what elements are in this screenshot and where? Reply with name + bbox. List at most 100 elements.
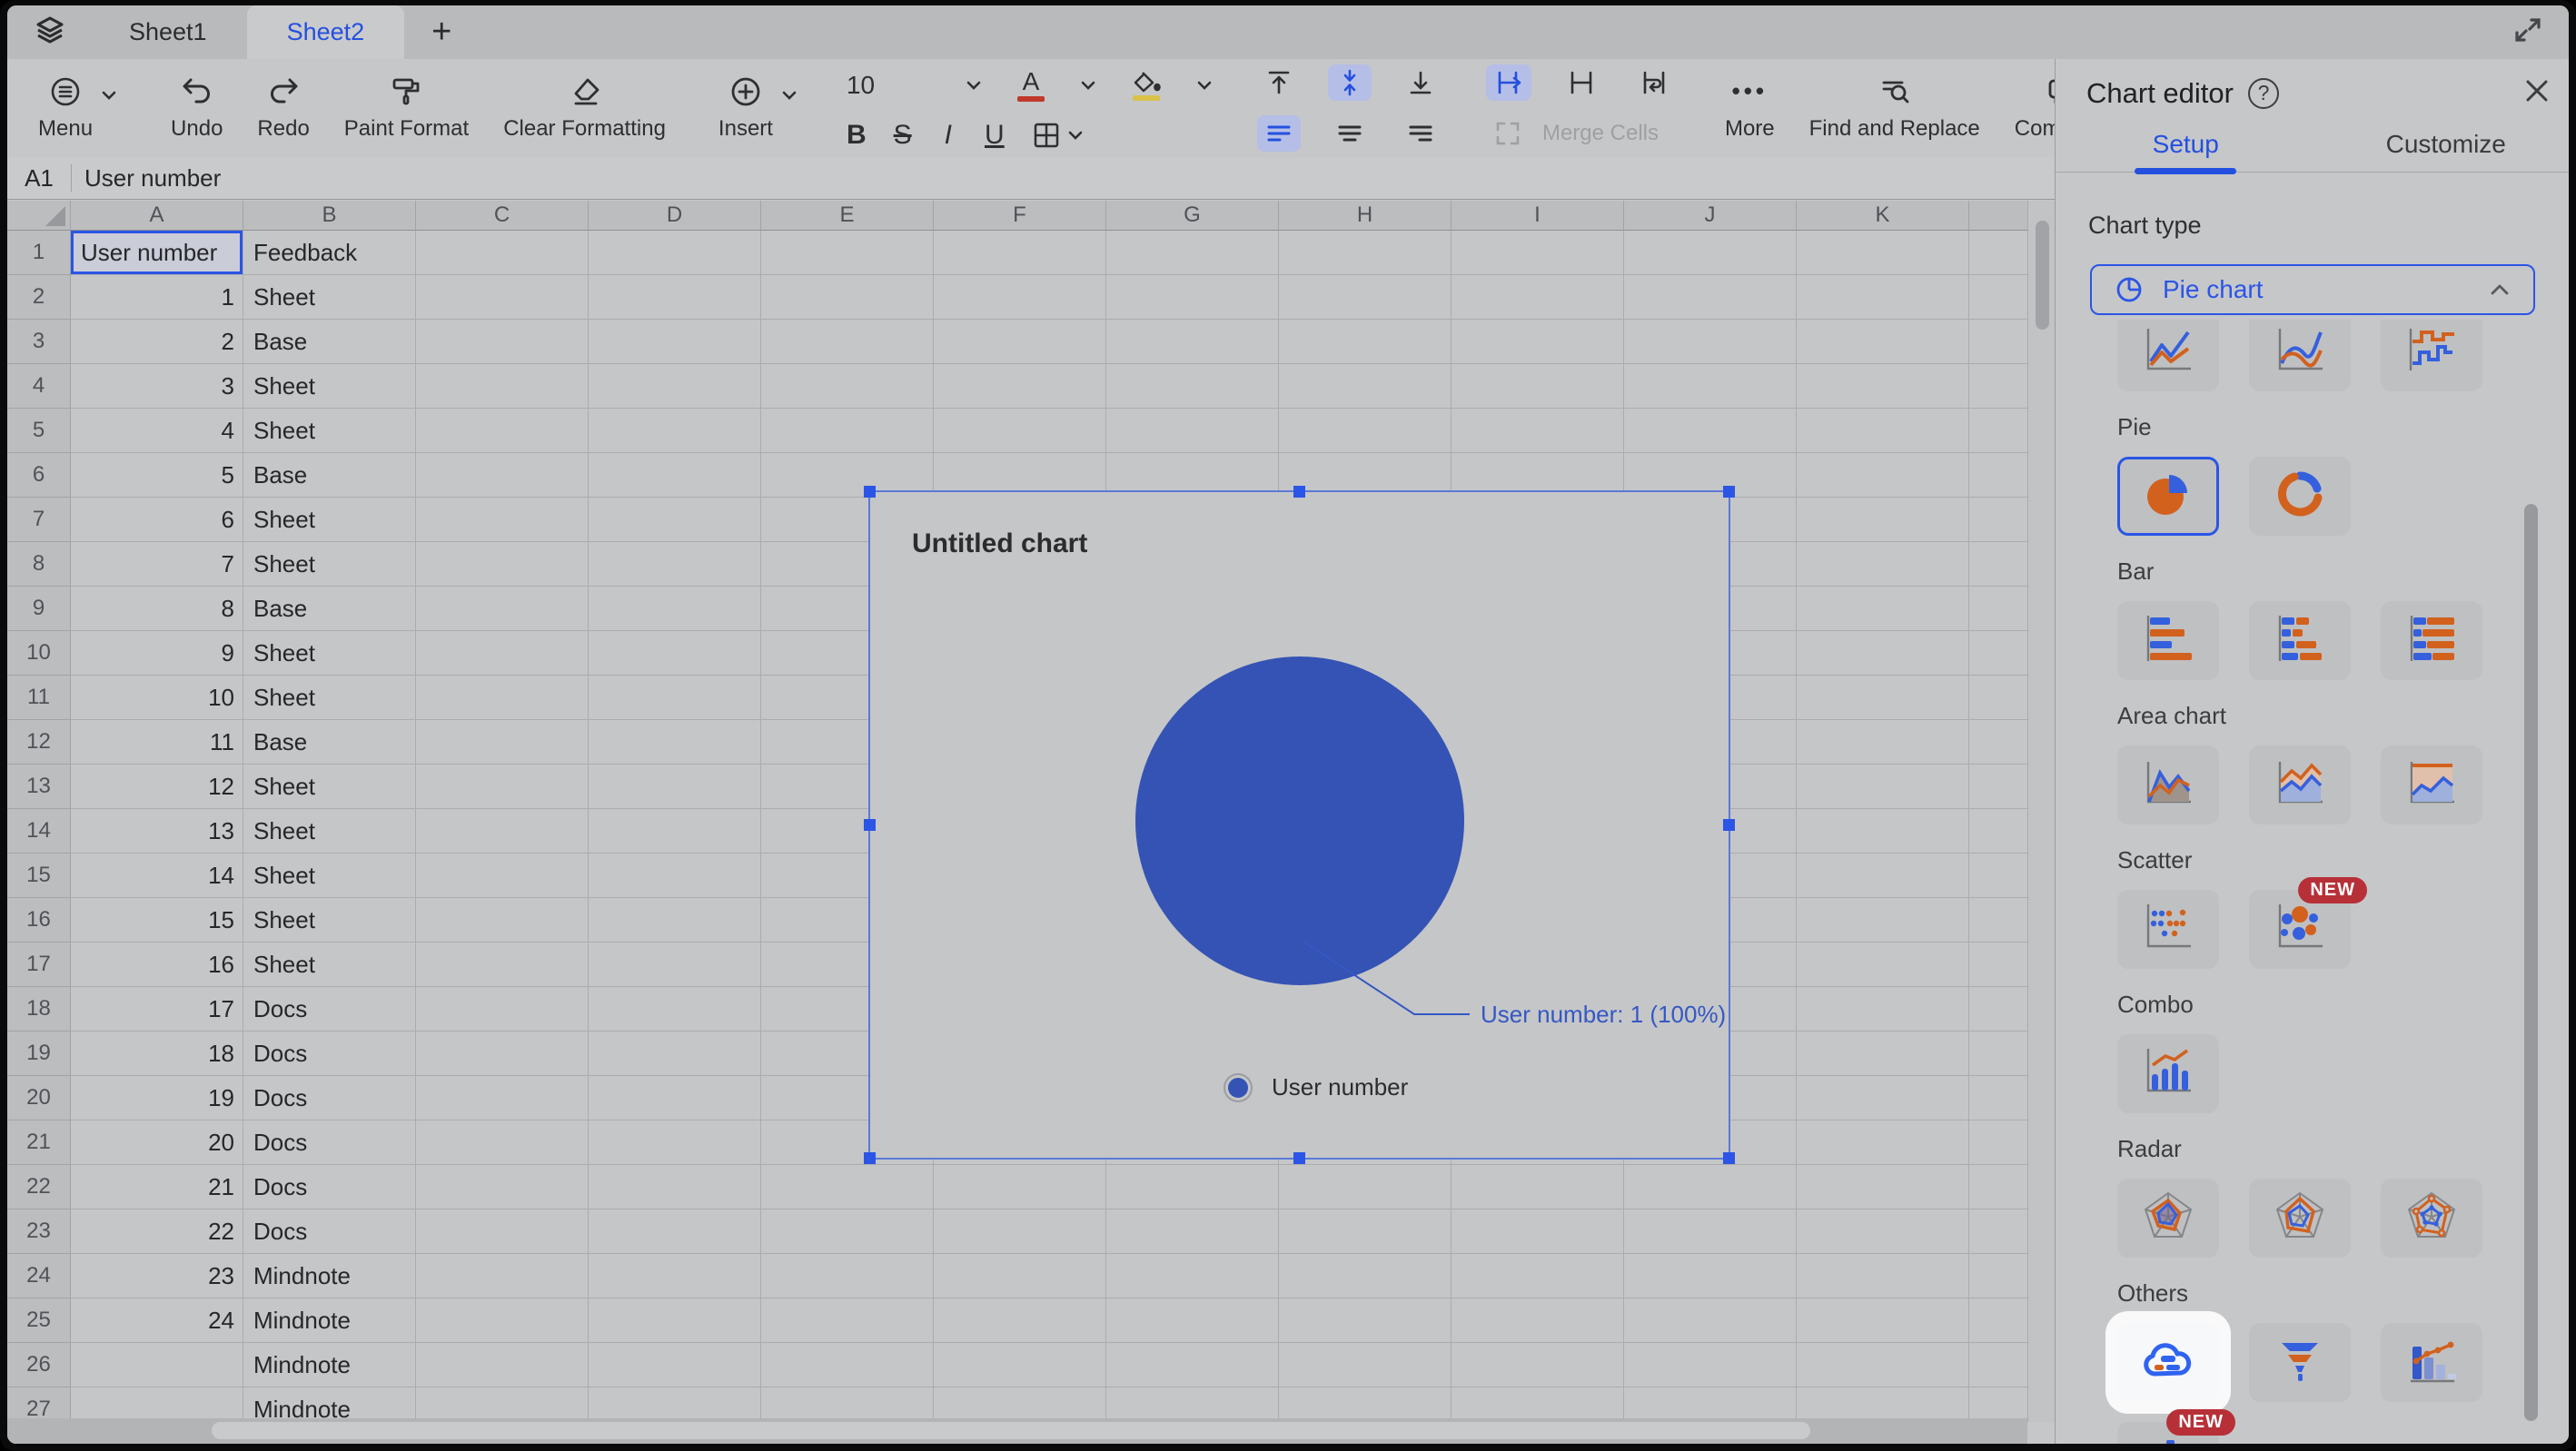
cell-E5[interactable]	[761, 409, 934, 453]
cell-B3[interactable]: Base	[243, 320, 416, 364]
cell-D22[interactable]	[589, 1165, 761, 1209]
cell-L15[interactable]	[1969, 854, 2027, 898]
row-header-9[interactable]: 9	[7, 587, 71, 631]
cell-B17[interactable]: Sheet	[243, 943, 416, 987]
cell-D16[interactable]	[589, 898, 761, 943]
cell-F24[interactable]	[934, 1254, 1106, 1298]
cell-F25[interactable]	[934, 1298, 1106, 1343]
cell-L10[interactable]	[1969, 631, 2027, 676]
chart-type-tile-combo[interactable]	[2117, 1034, 2219, 1113]
cell-F23[interactable]	[934, 1209, 1106, 1254]
chart-type-dropdown[interactable]: Pie chart	[2090, 264, 2535, 315]
cell-L24[interactable]	[1969, 1254, 2027, 1298]
chart-type-tile-funnel[interactable]	[2249, 1323, 2351, 1402]
cell-D10[interactable]	[589, 631, 761, 676]
cell-A19[interactable]: 18	[71, 1031, 243, 1076]
cell-H25[interactable]	[1279, 1298, 1451, 1343]
text-wrap-button[interactable]	[1631, 64, 1677, 101]
chevron-down-icon[interactable]	[1195, 79, 1214, 92]
cell-L21[interactable]	[1969, 1120, 2027, 1165]
underline-button[interactable]: U	[985, 120, 1005, 151]
cell-L20[interactable]	[1969, 1076, 2027, 1120]
cell-K21[interactable]	[1797, 1120, 1969, 1165]
cell-C21[interactable]	[416, 1120, 589, 1165]
cell-I22[interactable]	[1451, 1165, 1624, 1209]
cell-J24[interactable]	[1624, 1254, 1797, 1298]
cell-K15[interactable]	[1797, 854, 1969, 898]
align-middle-button[interactable]	[1328, 64, 1372, 101]
row-header-2[interactable]: 2	[7, 275, 71, 320]
cell-G3[interactable]	[1106, 320, 1279, 364]
horizontal-scrollbar[interactable]	[7, 1418, 2027, 1444]
text-clip-button[interactable]	[1559, 64, 1604, 101]
cell-L19[interactable]	[1969, 1031, 2027, 1076]
cell-F3[interactable]	[934, 320, 1106, 364]
cell-J1[interactable]	[1624, 231, 1797, 275]
cell-D25[interactable]	[589, 1298, 761, 1343]
cell-B6[interactable]: Base	[243, 453, 416, 498]
cell-E4[interactable]	[761, 364, 934, 409]
chart-type-tile-pareto[interactable]	[2381, 1323, 2482, 1402]
embedded-chart[interactable]: Untitled chart User number: 1 (100%) Use…	[870, 492, 1729, 1158]
cell-B15[interactable]: Sheet	[243, 854, 416, 898]
resize-handle-nw[interactable]	[864, 486, 876, 498]
cell-B18[interactable]: Docs	[243, 987, 416, 1031]
cell-F22[interactable]	[934, 1165, 1106, 1209]
cell-C9[interactable]	[416, 587, 589, 631]
cell-A5[interactable]: 4	[71, 409, 243, 453]
cell-D24[interactable]	[589, 1254, 761, 1298]
cell-C4[interactable]	[416, 364, 589, 409]
text-color-button[interactable]: A	[1010, 65, 1052, 105]
row-header-24[interactable]: 24	[7, 1254, 71, 1298]
pie-slice[interactable]	[1135, 656, 1464, 985]
cell-B10[interactable]: Sheet	[243, 631, 416, 676]
resize-handle-ne[interactable]	[1723, 486, 1735, 498]
resize-handle-n[interactable]	[1293, 486, 1305, 498]
font-size-select[interactable]: 10	[847, 71, 983, 100]
cell-L23[interactable]	[1969, 1209, 2027, 1254]
cell-J3[interactable]	[1624, 320, 1797, 364]
tab-sheet1[interactable]: Sheet1	[89, 5, 247, 59]
cell-J6[interactable]	[1624, 453, 1797, 498]
cell-C11[interactable]	[416, 676, 589, 720]
cell-L16[interactable]	[1969, 898, 2027, 943]
cell-A24[interactable]: 23	[71, 1254, 243, 1298]
cell-K5[interactable]	[1797, 409, 1969, 453]
cell-D1[interactable]	[589, 231, 761, 275]
cell-A11[interactable]: 10	[71, 676, 243, 720]
cell-A25[interactable]: 24	[71, 1298, 243, 1343]
row-header-26[interactable]: 26	[7, 1343, 71, 1387]
cell-L3[interactable]	[1969, 320, 2027, 364]
chart-type-tile-line[interactable]	[2117, 320, 2219, 391]
column-header-K[interactable]: K	[1797, 201, 1969, 231]
cell-L8[interactable]	[1969, 542, 2027, 587]
select-all-corner[interactable]	[7, 201, 71, 231]
cell-D23[interactable]	[589, 1209, 761, 1254]
cell-D19[interactable]	[589, 1031, 761, 1076]
cell-C10[interactable]	[416, 631, 589, 676]
cell-A14[interactable]: 13	[71, 809, 243, 854]
cell-L13[interactable]	[1969, 765, 2027, 809]
chart-type-tile-bubble[interactable]: NEW	[2249, 890, 2351, 969]
cell-E25[interactable]	[761, 1298, 934, 1343]
cell-C22[interactable]	[416, 1165, 589, 1209]
cell-C19[interactable]	[416, 1031, 589, 1076]
cell-L14[interactable]	[1969, 809, 2027, 854]
chart-type-tile-pie[interactable]	[2117, 457, 2219, 536]
cell-L4[interactable]	[1969, 364, 2027, 409]
column-header-B[interactable]: B	[243, 201, 416, 231]
cell-D21[interactable]	[589, 1120, 761, 1165]
row-header-17[interactable]: 17	[7, 943, 71, 987]
row-header-3[interactable]: 3	[7, 320, 71, 364]
chart-type-tile-bar-100[interactable]	[2381, 601, 2482, 680]
cell-F5[interactable]	[934, 409, 1106, 453]
cell-C13[interactable]	[416, 765, 589, 809]
chart-type-tile-radar-filled[interactable]	[2117, 1179, 2219, 1258]
cell-G22[interactable]	[1106, 1165, 1279, 1209]
resize-handle-e[interactable]	[1723, 819, 1735, 831]
cell-I24[interactable]	[1451, 1254, 1624, 1298]
italic-button[interactable]: I	[939, 120, 957, 151]
cell-C26[interactable]	[416, 1343, 589, 1387]
cell-F26[interactable]	[934, 1343, 1106, 1387]
cell-D11[interactable]	[589, 676, 761, 720]
